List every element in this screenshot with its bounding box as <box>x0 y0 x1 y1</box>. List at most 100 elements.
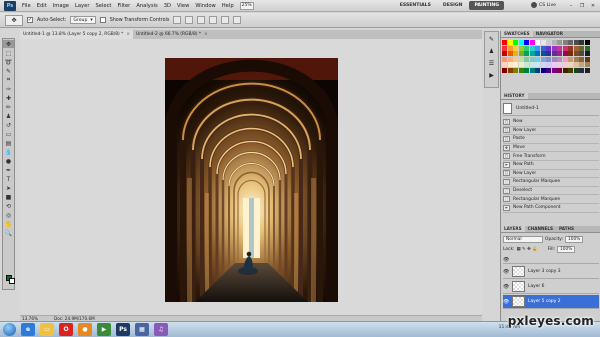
swatch-color[interactable] <box>535 40 540 45</box>
swatch-color[interactable] <box>513 62 518 67</box>
clone-stamp-tool-icon[interactable]: ♟ <box>3 112 14 120</box>
swatch-color[interactable] <box>579 56 584 62</box>
swatch-color[interactable] <box>507 40 513 45</box>
swatch-color[interactable] <box>551 62 557 67</box>
swatch-color[interactable] <box>557 51 562 56</box>
visibility-eye-icon[interactable]: 👁 <box>503 257 509 263</box>
swatch-color[interactable] <box>502 62 507 67</box>
align-middle-icon[interactable] <box>185 16 194 24</box>
dodge-tool-icon[interactable]: ● <box>3 157 14 165</box>
swatch-color[interactable] <box>562 62 568 67</box>
swatch-color[interactable] <box>540 40 546 45</box>
media-icon[interactable]: ▶ <box>97 323 111 336</box>
swatch-color[interactable] <box>579 40 584 45</box>
swatch-color[interactable] <box>513 45 518 51</box>
swatch-color[interactable] <box>579 62 584 67</box>
swatch-color[interactable] <box>524 51 529 56</box>
swatch-color[interactable] <box>573 45 579 51</box>
swatch-color[interactable] <box>568 62 573 67</box>
zoom-tool-icon[interactable]: 🔍 <box>3 229 14 237</box>
swatch-color[interactable] <box>584 51 590 56</box>
workspace-essentials[interactable]: ESSENTIALS <box>395 1 436 10</box>
history-item[interactable]: ✒ New Path <box>503 161 599 170</box>
layer-row-partial[interactable]: 👁 <box>503 256 599 264</box>
swatch-color[interactable] <box>513 40 518 45</box>
align-top-icon[interactable] <box>173 16 182 24</box>
menu-analysis[interactable]: Analysis <box>136 3 157 9</box>
swatch-color[interactable] <box>540 62 546 67</box>
swatch-color[interactable] <box>562 45 568 51</box>
swatch-color[interactable] <box>551 45 557 51</box>
gradient-tool-icon[interactable]: ▤ <box>3 139 14 147</box>
swatch-color[interactable] <box>562 40 568 45</box>
swatch-color[interactable] <box>502 40 507 45</box>
type-tool-icon[interactable]: T <box>3 175 14 183</box>
swatch-color[interactable] <box>557 56 562 62</box>
clone-source-panel-icon[interactable]: ♟ <box>486 47 497 56</box>
align-center-icon[interactable] <box>221 16 230 24</box>
swatch-color[interactable] <box>507 67 513 73</box>
swatch-color[interactable] <box>524 56 529 62</box>
menu-3d[interactable]: 3D <box>164 3 171 9</box>
show-transform-checkbox[interactable] <box>99 17 106 23</box>
swatch-color[interactable] <box>568 67 573 73</box>
swatch-color[interactable] <box>579 67 584 73</box>
ie-icon[interactable]: e <box>21 323 35 336</box>
healing-brush-tool-icon[interactable]: ✚ <box>3 94 14 102</box>
app-icon[interactable]: ▦ <box>135 323 149 336</box>
swatch-color[interactable] <box>584 45 590 51</box>
menu-layer[interactable]: Layer <box>75 3 89 9</box>
move-tool-icon[interactable]: ✥ <box>3 40 14 48</box>
hand-tool-icon[interactable]: ✋ <box>3 220 14 228</box>
swatch-color[interactable] <box>584 40 590 45</box>
workspace-painting[interactable]: PAINTING <box>469 1 504 10</box>
swatch-color[interactable] <box>535 56 540 62</box>
swatch-color[interactable] <box>568 56 573 62</box>
history-item[interactable]: □ Free Transform <box>503 152 599 161</box>
swatch-color[interactable] <box>529 62 535 67</box>
tab-swatches[interactable]: SWATCHES <box>501 30 533 37</box>
visibility-eye-icon[interactable]: 👁 <box>503 269 509 275</box>
swatch-color[interactable] <box>502 56 507 62</box>
swatch-color[interactable] <box>535 45 540 51</box>
swatch-color[interactable] <box>535 51 540 56</box>
swatch-color[interactable] <box>540 67 546 73</box>
swatch-color[interactable] <box>529 51 535 56</box>
swatch-color[interactable] <box>568 40 573 45</box>
swatch-color[interactable] <box>524 67 529 73</box>
swatch-color[interactable] <box>529 40 535 45</box>
swatch-color[interactable] <box>573 67 579 73</box>
doc-tab-untitled-1[interactable]: Untitled-1 @ 13.8% (Layer 5 copy 2, RGB/… <box>20 30 134 39</box>
history-item[interactable]: ⬚ Rectangular Marquee <box>503 178 599 187</box>
actions-panel-icon[interactable]: ▶ <box>486 71 497 80</box>
swatch-color[interactable] <box>518 67 524 73</box>
shape-tool-icon[interactable]: ■ <box>3 193 14 201</box>
swatch-color[interactable] <box>546 62 551 67</box>
swatch-color[interactable] <box>546 51 551 56</box>
menu-edit[interactable]: Edit <box>37 3 47 9</box>
folder-icon[interactable]: ▭ <box>40 323 54 336</box>
swatch-color[interactable] <box>518 51 524 56</box>
tab-channels[interactable]: CHANNELS <box>525 225 556 232</box>
swatch-color[interactable] <box>557 40 562 45</box>
opacity-input[interactable]: 100% <box>565 236 584 243</box>
move-tool-preset-icon[interactable]: ✥ <box>5 14 23 26</box>
restore-icon[interactable]: ❐ <box>578 2 586 9</box>
layer-row[interactable]: 👁 Layer 3 copy 3 <box>503 265 599 279</box>
canvas-area[interactable] <box>20 39 482 315</box>
history-item[interactable]: ⬚ Rectangular Marquee <box>503 195 599 204</box>
swatch-color[interactable] <box>557 62 562 67</box>
align-bottom-icon[interactable] <box>197 16 206 24</box>
swatch-color[interactable] <box>502 45 507 51</box>
close-tab-icon[interactable]: × <box>126 32 130 37</box>
history-item[interactable]: □ New <box>503 118 599 127</box>
photoshop-taskbar-icon[interactable]: Ps <box>116 323 130 336</box>
swatch-color[interactable] <box>557 67 562 73</box>
swatch-color[interactable] <box>518 56 524 62</box>
close-icon[interactable]: ✕ <box>589 2 597 9</box>
blur-tool-icon[interactable]: 💧 <box>3 148 14 156</box>
firefox-icon[interactable]: ● <box>78 323 92 336</box>
lock-icons[interactable]: ▦ ✎ ✥ 🔒 <box>517 247 538 252</box>
visibility-eye-icon[interactable]: 👁 <box>503 299 509 305</box>
history-item[interactable]: □ New Layer <box>503 127 599 136</box>
